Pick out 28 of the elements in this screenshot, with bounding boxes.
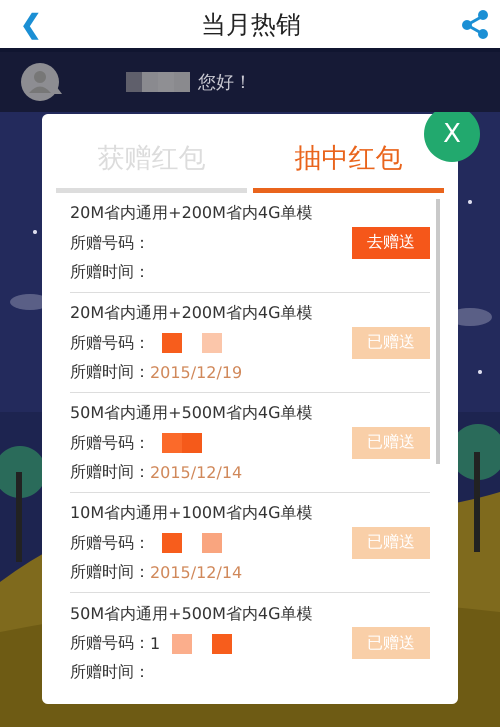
time-label: 所赠时间：	[70, 562, 150, 582]
page-title: 当月热销	[201, 8, 301, 40]
scrollbar[interactable]	[436, 199, 440, 464]
number-label: 所赠号码：	[70, 332, 150, 354]
package-title: 10M省内通用+100M省内4G单模	[70, 503, 314, 524]
phone-number: 1	[150, 634, 160, 653]
gift-date: 2015/12/19	[150, 362, 242, 382]
time-label: 所赠时间：	[70, 262, 150, 282]
package-title: 20M省内通用+200M省内4G单模	[70, 303, 314, 324]
number-label: 所赠号码：	[70, 532, 150, 554]
close-button[interactable]: X	[424, 112, 480, 162]
greeting-text: 您好！	[198, 71, 252, 94]
time-label: 所赠时间：	[70, 662, 150, 683]
gift-date: 2015/12/14	[150, 562, 242, 582]
gift-date: 2015/12/14	[150, 462, 242, 482]
avatar-icon	[20, 62, 64, 102]
time-label: 所赠时间：	[70, 462, 150, 482]
number-label: 所赠号码：	[70, 633, 150, 654]
package-title: 50M省内通用+500M省内4G单模	[70, 403, 314, 424]
time-label: 所赠时间：	[70, 362, 150, 382]
number-label: 所赠号码：	[70, 232, 150, 254]
gift-button[interactable]: 去赠送	[352, 226, 430, 258]
package-title: 20M省内通用+200M省内4G单模	[70, 203, 314, 224]
tab[interactable]: 抽中红包	[253, 140, 444, 193]
share-icon[interactable]	[460, 9, 490, 39]
number-label: 所赠号码：	[70, 432, 150, 454]
back-button[interactable]: ❮	[20, 8, 42, 40]
package-title: 50M省内通用+500M省内4G单模	[70, 604, 314, 624]
